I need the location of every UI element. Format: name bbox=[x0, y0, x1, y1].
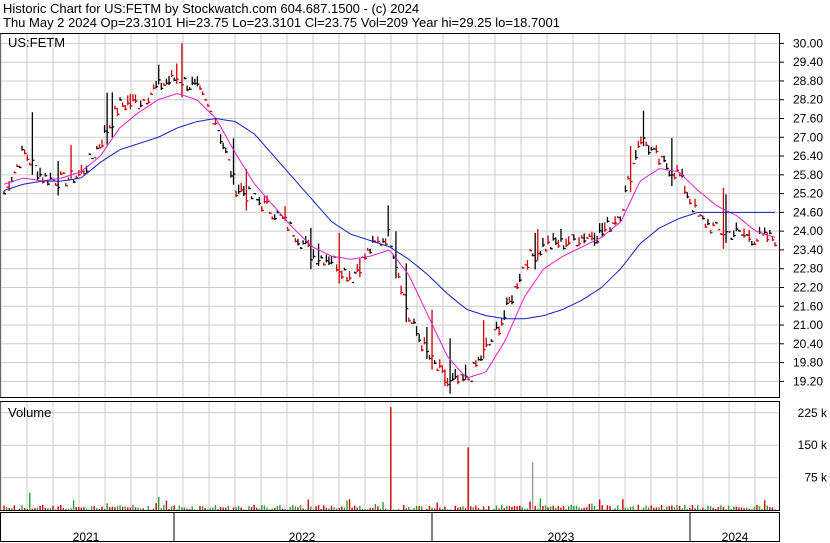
price-tick-label: 27.00 bbox=[793, 130, 823, 144]
price-tick-label: 21.60 bbox=[793, 299, 823, 313]
price-tick-label: 25.80 bbox=[793, 168, 823, 182]
price-tick-label: 20.40 bbox=[793, 337, 823, 351]
volume-tick-label: 75 k bbox=[804, 471, 828, 485]
volume-tick-label: 225 k bbox=[798, 406, 828, 420]
historic-chart: 30.00 29.40 28.80 28.20 27.60 27.00 26.40 25.80… bbox=[0, 33, 828, 543]
price-tick-label: 25.20 bbox=[793, 187, 823, 201]
price-tick-label: 28.20 bbox=[793, 93, 823, 107]
year-label: 2022 bbox=[289, 530, 316, 543]
price-tick-label: 27.60 bbox=[793, 111, 823, 125]
price-panel-label: US:FETM bbox=[8, 35, 66, 50]
price-tick-label: 22.20 bbox=[793, 280, 823, 294]
price-tick-label: 23.40 bbox=[793, 243, 823, 257]
price-tick-label: 24.00 bbox=[793, 224, 823, 238]
volume-panel-label: Volume bbox=[8, 405, 52, 420]
price-tick-label: 26.40 bbox=[793, 149, 823, 163]
year-label: 2023 bbox=[548, 530, 575, 543]
volume-tick-label: 150 k bbox=[798, 438, 828, 452]
price-axis-ticks: 30.00 29.40 28.80 28.20 27.60 27.00 26.40 25.80… bbox=[779, 36, 823, 388]
volume-panel-frame bbox=[0, 401, 780, 511]
price-panel-frame bbox=[0, 33, 780, 398]
price-tick-label: 29.40 bbox=[793, 55, 823, 69]
price-tick-label: 19.80 bbox=[793, 356, 823, 370]
year-axis-frame bbox=[0, 512, 780, 542]
price-tick-label: 19.20 bbox=[793, 374, 823, 388]
price-tick-label: 24.60 bbox=[793, 205, 823, 219]
year-label: 2021 bbox=[73, 530, 100, 543]
price-tick-label: 30.00 bbox=[793, 36, 823, 50]
price-tick-label: 21.00 bbox=[793, 318, 823, 332]
volume-axis-ticks: 225 k 150 k 75 k bbox=[798, 406, 828, 485]
price-tick-label: 28.80 bbox=[793, 74, 823, 88]
price-tick-label: 22.80 bbox=[793, 262, 823, 276]
year-label: 2024 bbox=[722, 530, 749, 543]
